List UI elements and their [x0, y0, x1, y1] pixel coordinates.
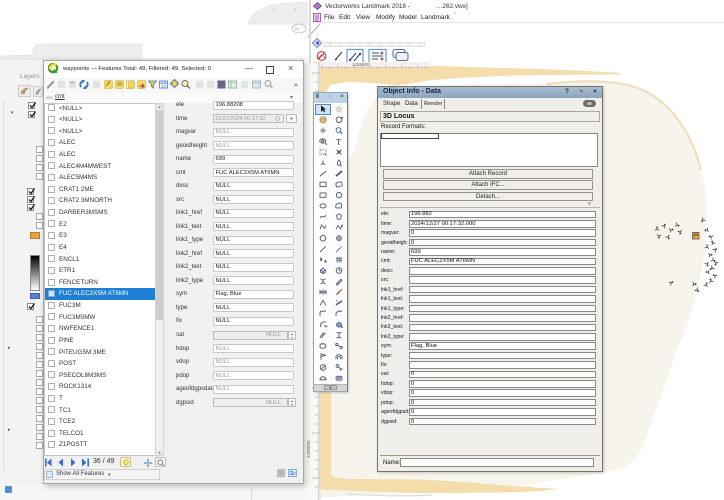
svg-text:m: m [295, 27, 299, 32]
svg-text:T: T [336, 138, 341, 147]
svg-text:×: × [293, 7, 297, 14]
svg-text:»: » [294, 82, 298, 89]
svg-text:4200000: 4200000 [307, 440, 311, 458]
svg-text:¬: ¬ [271, 7, 275, 14]
